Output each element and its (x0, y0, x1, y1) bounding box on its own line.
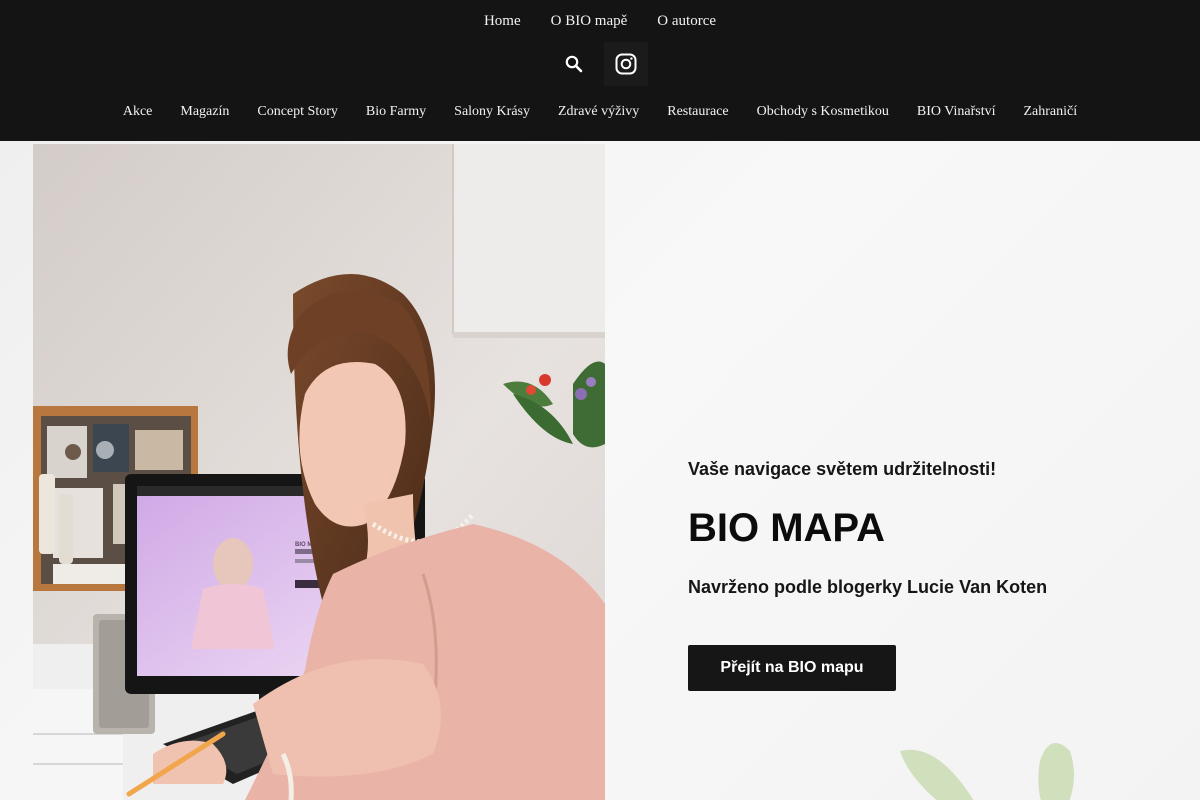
category-link-magazin[interactable]: Magazín (180, 101, 229, 123)
category-link-obchody-s-kosmetikou[interactable]: Obchody s Kosmetikou (757, 101, 889, 123)
hero-photo: BIO MAPA (33, 144, 605, 800)
category-link-concept-story[interactable]: Concept Story (257, 101, 338, 123)
category-link-salony-krasy[interactable]: Salony Krásy (454, 101, 530, 123)
category-link-zahranici[interactable]: Zahraničí (1024, 101, 1078, 123)
instagram-icon (615, 53, 637, 75)
header-icon-row (0, 42, 1200, 86)
hero-subtitle: Navrženo podle blogerky Lucie Van Koten (688, 577, 1048, 597)
hero-text: Vaše navigace světem udržitelnosti! BIO … (688, 457, 1168, 691)
go-to-bio-map-button[interactable]: Přejít na BIO mapu (688, 645, 896, 691)
search-button[interactable] (552, 42, 596, 86)
category-link-restaurace[interactable]: Restaurace (667, 101, 728, 123)
search-icon (565, 55, 583, 73)
hero-tagline: Vaše navigace světem udržitelnosti! (688, 459, 997, 479)
category-link-bio-farmy[interactable]: Bio Farmy (366, 101, 426, 123)
category-link-zdrave-vyzivy[interactable]: Zdravé výživy (558, 101, 639, 123)
category-link-bio-vinarstvi[interactable]: BIO Vinařství (917, 101, 996, 123)
nav-link-o-bio-mape[interactable]: O BIO mapě (551, 10, 628, 32)
nav-link-home[interactable]: Home (484, 10, 521, 32)
site-header: Home O BIO mapě O autorce Akce Magazín C… (0, 0, 1200, 141)
category-nav: Akce Magazín Concept Story Bio Farmy Sal… (0, 101, 1200, 123)
leaf-decoration (900, 743, 1074, 800)
instagram-button[interactable] (604, 42, 648, 86)
hero-title: BIO MAPA (688, 506, 886, 550)
hero-photo-illustration: BIO MAPA (33, 144, 605, 800)
top-nav: Home O BIO mapě O autorce (0, 10, 1200, 32)
category-link-akce[interactable]: Akce (123, 101, 153, 123)
nav-link-o-autorce[interactable]: O autorce (657, 10, 716, 32)
hero-section: BIO MAPA Vaše navigace světem udržitelno… (0, 141, 1200, 800)
